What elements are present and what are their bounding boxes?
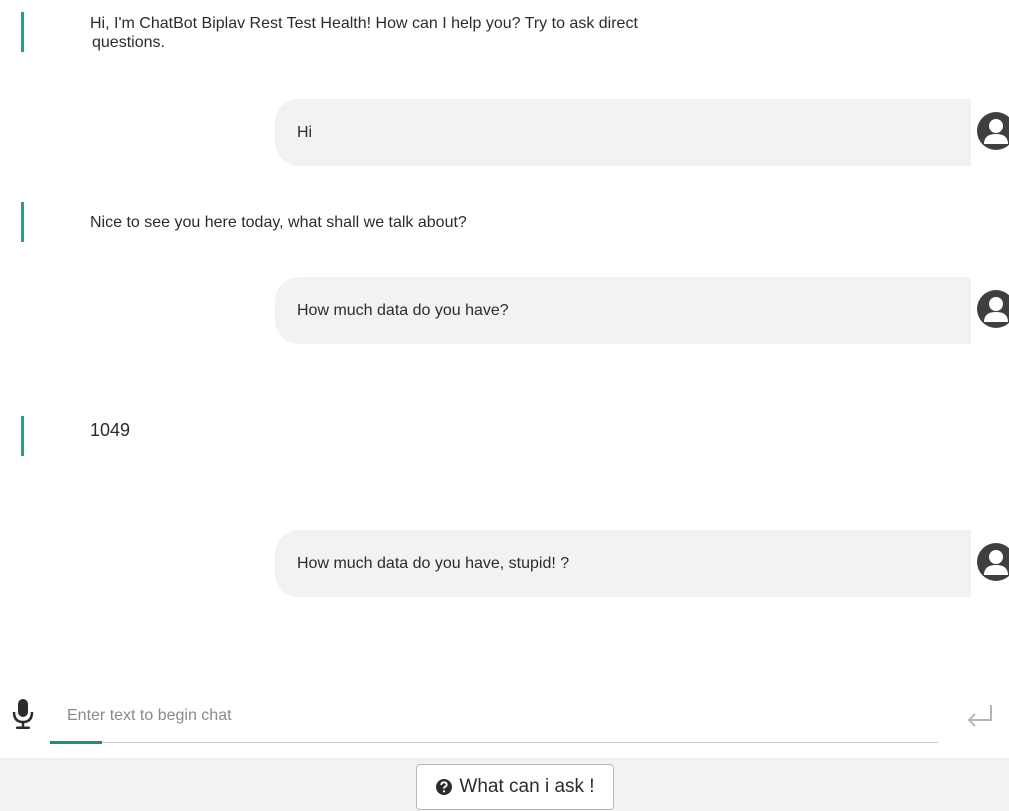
user-message-text: Hi <box>297 124 313 141</box>
enter-return-icon[interactable] <box>964 702 994 730</box>
bot-message: 1049 <box>0 416 760 456</box>
user-avatar-icon <box>977 112 1009 150</box>
bot-indicator-bar <box>21 416 24 456</box>
bot-message-line: questions. <box>92 34 165 51</box>
chat-input-row <box>0 690 1009 750</box>
bot-message-text: Nice to see you here today, what shall w… <box>90 214 467 231</box>
chat-window: Hi, I'm ChatBot Biplav Rest Test Health!… <box>0 0 1009 811</box>
user-avatar-icon <box>977 543 1009 581</box>
what-can-i-ask-button[interactable]: What can i ask ! <box>416 764 614 810</box>
bot-message-text: Hi, I'm ChatBot Biplav Rest Test Health!… <box>90 14 638 52</box>
user-message: How much data do you have, stupid! ? <box>275 530 971 597</box>
user-avatar-icon <box>977 290 1009 328</box>
input-focus-indicator <box>50 741 102 744</box>
microphone-icon[interactable] <box>12 698 34 730</box>
bot-message: Nice to see you here today, what shall w… <box>0 202 760 242</box>
user-message-text: How much data do you have? <box>297 302 509 319</box>
chat-input[interactable] <box>50 696 938 736</box>
input-underline <box>50 742 938 743</box>
bot-indicator-bar <box>21 12 24 52</box>
bot-message-text: 1049 <box>90 420 131 440</box>
bot-message: Hi, I'm ChatBot Biplav Rest Test Health!… <box>0 12 760 54</box>
user-message: Hi <box>275 99 971 166</box>
user-message-text: How much data do you have, stupid! ? <box>297 555 570 572</box>
question-circle-icon <box>435 778 453 796</box>
bot-message-line: Hi, I'm ChatBot Biplav Rest Test Health!… <box>90 15 638 32</box>
user-message: How much data do you have? <box>275 277 971 344</box>
bot-indicator-bar <box>21 202 24 242</box>
what-can-i-ask-label: What can i ask ! <box>459 776 595 797</box>
footer: What can i ask ! <box>0 758 1009 811</box>
